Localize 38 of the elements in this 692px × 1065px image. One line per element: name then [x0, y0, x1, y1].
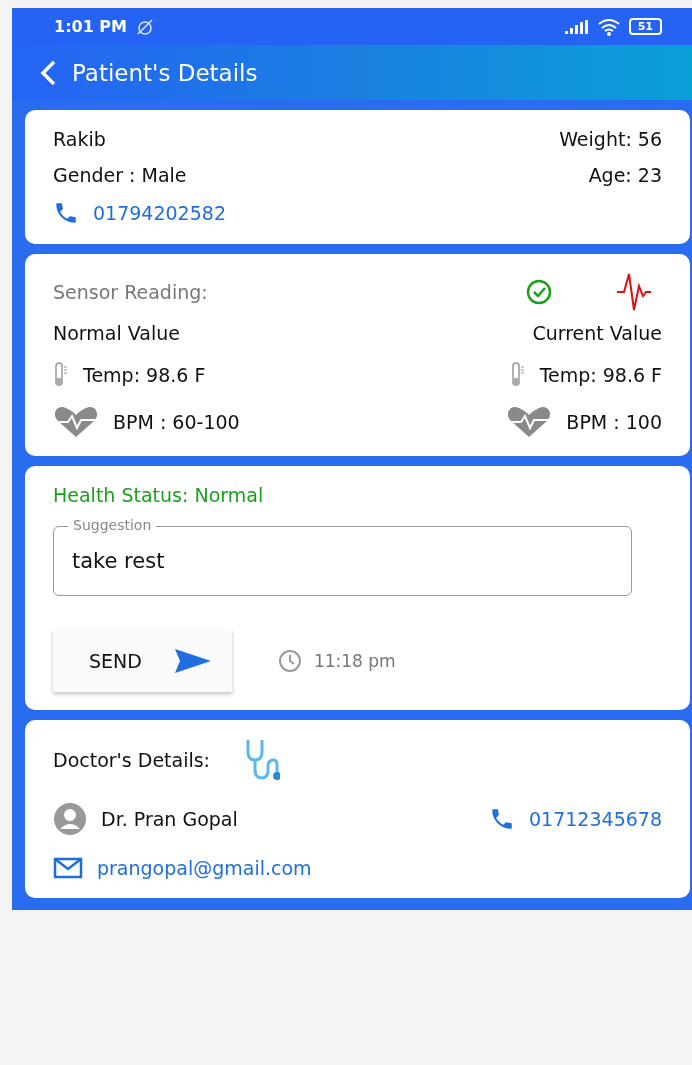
heartbeat-icon [53, 406, 99, 438]
temperature-reading: Temp: 98.6 F [539, 364, 662, 386]
thermometer-icon [509, 362, 526, 388]
doctor-email[interactable]: prangopal@gmail.com [97, 857, 312, 879]
heartbeat-line-icon [616, 272, 652, 312]
patient-phone[interactable]: 01794202582 [93, 202, 226, 224]
bpm-reading: BPM : 100 [566, 411, 662, 433]
status-time: 1:01 PM [54, 17, 127, 36]
patient-age: Age: 23 [588, 164, 662, 186]
patient-weight: Weight: 56 [559, 128, 662, 150]
page-title: Patient's Details [72, 59, 258, 86]
normal-value-label: Normal Value [53, 322, 180, 344]
check-circle-icon [526, 279, 552, 305]
back-icon[interactable] [38, 59, 58, 86]
send-button[interactable]: SEND [53, 630, 232, 692]
message-time: 11:18 pm [313, 651, 396, 671]
heartbeat-icon [506, 406, 553, 438]
patient-gender: Gender : Male [53, 164, 187, 186]
battery-level: 51 [628, 18, 662, 35]
phone-icon [489, 806, 515, 832]
wifi-icon [596, 17, 621, 36]
signal-icon [564, 19, 589, 34]
bpm-reading: BPM : 60-100 [113, 411, 240, 433]
avatar-icon [53, 802, 87, 836]
doctor-name: Dr. Pran Gopal [101, 808, 238, 830]
health-status: Health Status: Normal [53, 484, 264, 506]
clock-icon [277, 649, 302, 673]
stethoscope-icon [244, 738, 281, 782]
thermometer-icon [53, 362, 69, 388]
doctor-title: Doctor's Details: [53, 749, 211, 771]
current-value-label: Current Value [532, 322, 662, 344]
send-icon [173, 648, 212, 674]
temperature-reading: Temp: 98.6 F [83, 364, 206, 386]
patient-name: Rakib [53, 128, 106, 150]
phone-icon [53, 200, 79, 226]
sensor-title: Sensor Reading: [53, 281, 208, 303]
doctor-phone[interactable]: 01712345678 [529, 808, 662, 830]
mail-icon [53, 856, 83, 880]
